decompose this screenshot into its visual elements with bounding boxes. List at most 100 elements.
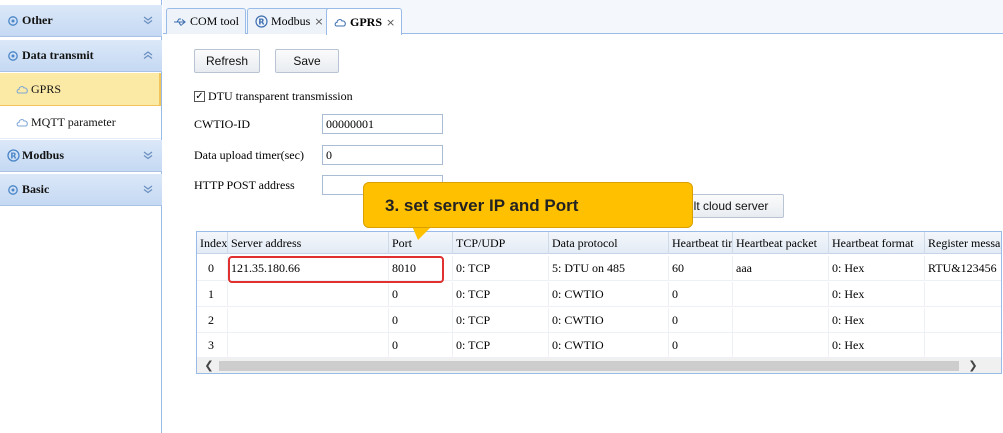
cell-register-message[interactable] bbox=[925, 333, 1001, 358]
chevron-down-icon[interactable] bbox=[142, 14, 154, 26]
sidebar-item-label: MQTT parameter bbox=[31, 114, 116, 129]
cell-heartbeat-time[interactable]: 60 bbox=[669, 256, 733, 281]
cell-register-message[interactable]: RTU&123456 bbox=[925, 256, 1001, 281]
tab-bar: COM tool R Modbus × GPRS × bbox=[163, 0, 1003, 35]
cell-heartbeat-packet[interactable] bbox=[733, 308, 829, 333]
gear-icon bbox=[6, 183, 20, 197]
cell-heartbeat-format[interactable]: 0: Hex bbox=[829, 256, 925, 281]
chevron-down-icon[interactable] bbox=[142, 149, 154, 161]
cell-index: 0 bbox=[197, 256, 228, 281]
cell-port[interactable]: 0 bbox=[389, 308, 453, 333]
upload-timer-label: Data upload timer(sec) bbox=[194, 148, 304, 162]
cell-heartbeat-time[interactable]: 0 bbox=[669, 333, 733, 358]
registered-icon: R bbox=[6, 149, 20, 163]
server-grid: Index Server address Port TCP/UDP Data p… bbox=[196, 231, 1002, 374]
cell-data-protocol[interactable]: 0: CWTIO bbox=[549, 333, 669, 358]
tab-modbus[interactable]: R Modbus × bbox=[247, 8, 331, 34]
cell-heartbeat-time[interactable]: 0 bbox=[669, 282, 733, 307]
usb-icon bbox=[173, 15, 187, 29]
gear-icon bbox=[6, 49, 20, 63]
tab-gprs[interactable]: GPRS × bbox=[326, 8, 403, 35]
close-icon[interactable]: × bbox=[386, 16, 395, 29]
sidebar: Other Data transmit GPRS MQTT parameter … bbox=[0, 0, 162, 433]
column-header-index[interactable]: Index bbox=[197, 232, 228, 254]
sidebar-section-other[interactable]: Other bbox=[0, 5, 162, 37]
cwtio-id-label: CWTIO-ID bbox=[194, 117, 250, 131]
cell-server-address[interactable] bbox=[228, 333, 389, 358]
registered-icon: R bbox=[254, 15, 268, 29]
sidebar-section-basic[interactable]: Basic bbox=[0, 174, 162, 206]
cell-index: 1 bbox=[197, 282, 228, 307]
save-button[interactable]: Save bbox=[275, 49, 339, 73]
cell-tcp-udp[interactable]: 0: TCP bbox=[453, 256, 549, 281]
svg-text:R: R bbox=[10, 152, 16, 161]
tab-com-tool[interactable]: COM tool bbox=[166, 8, 247, 34]
instruction-callout: 3. set server IP and Port bbox=[363, 182, 693, 228]
cell-data-protocol[interactable]: 5: DTU on 485 bbox=[549, 256, 669, 281]
refresh-button[interactable]: Refresh bbox=[194, 49, 260, 73]
cell-tcp-udp[interactable]: 0: TCP bbox=[453, 308, 549, 333]
gear-icon bbox=[6, 14, 20, 28]
cloud-icon bbox=[333, 15, 347, 29]
sidebar-section-data-transmit[interactable]: Data transmit bbox=[0, 40, 162, 72]
cell-tcp-udp[interactable]: 0: TCP bbox=[453, 282, 549, 307]
sidebar-section-label: Basic bbox=[22, 182, 50, 196]
cell-data-protocol[interactable]: 0: CWTIO bbox=[549, 282, 669, 307]
sidebar-item-mqtt-parameter[interactable]: MQTT parameter bbox=[0, 106, 161, 139]
cell-heartbeat-packet[interactable] bbox=[733, 282, 829, 307]
transparent-transmission-label: DTU transparent transmission bbox=[208, 89, 353, 103]
cell-port[interactable]: 0 bbox=[389, 282, 453, 307]
tab-label: GPRS bbox=[350, 14, 383, 29]
grid-header: Index Server address Port TCP/UDP Data p… bbox=[197, 232, 1001, 254]
cell-heartbeat-time[interactable]: 0 bbox=[669, 308, 733, 333]
table-row[interactable]: 3 0 0: TCP 0: CWTIO 0 0: Hex bbox=[197, 333, 1001, 358]
cloud-icon bbox=[16, 116, 29, 129]
sidebar-item-label: GPRS bbox=[31, 81, 62, 96]
scroll-left-icon[interactable]: ❮ bbox=[201, 358, 217, 373]
column-header-heartbeat-format[interactable]: Heartbeat format bbox=[829, 232, 925, 254]
cell-register-message[interactable] bbox=[925, 282, 1001, 307]
cell-data-protocol[interactable]: 0: CWTIO bbox=[549, 308, 669, 333]
cell-heartbeat-format[interactable]: 0: Hex bbox=[829, 282, 925, 307]
cell-index: 3 bbox=[197, 333, 228, 358]
scroll-thumb[interactable] bbox=[219, 361, 959, 371]
cell-server-address[interactable] bbox=[228, 308, 389, 333]
sidebar-item-gprs[interactable]: GPRS bbox=[0, 73, 161, 106]
horizontal-scrollbar[interactable]: ❮ ❯ bbox=[197, 358, 1001, 373]
cell-heartbeat-packet[interactable] bbox=[733, 333, 829, 358]
sidebar-section-label: Modbus bbox=[22, 148, 65, 162]
tab-label: Modbus bbox=[271, 14, 311, 28]
cell-tcp-udp[interactable]: 0: TCP bbox=[453, 333, 549, 358]
column-header-tcp-udp[interactable]: TCP/UDP bbox=[453, 232, 549, 254]
transparent-transmission-row: ✓ DTU transparent transmission bbox=[194, 89, 353, 104]
http-post-label: HTTP POST address bbox=[194, 178, 295, 192]
sidebar-section-label: Other bbox=[22, 13, 53, 27]
column-header-data-protocol[interactable]: Data protocol bbox=[549, 232, 669, 254]
cell-heartbeat-packet[interactable]: aaa bbox=[733, 256, 829, 281]
tab-label: COM tool bbox=[190, 14, 240, 28]
column-header-heartbeat-time[interactable]: Heartbeat time bbox=[669, 232, 733, 254]
cell-register-message[interactable] bbox=[925, 308, 1001, 333]
chevron-down-icon[interactable] bbox=[142, 183, 154, 195]
svg-text:R: R bbox=[258, 18, 264, 27]
scroll-right-icon[interactable]: ❯ bbox=[965, 358, 981, 373]
column-header-heartbeat-packet[interactable]: Heartbeat packet bbox=[733, 232, 829, 254]
cloud-icon bbox=[16, 83, 29, 96]
close-icon[interactable]: × bbox=[314, 15, 323, 28]
cell-heartbeat-format[interactable]: 0: Hex bbox=[829, 333, 925, 358]
sidebar-section-label: Data transmit bbox=[22, 48, 94, 62]
chevron-up-icon[interactable] bbox=[142, 49, 154, 61]
table-row[interactable]: 1 0 0: TCP 0: CWTIO 0 0: Hex bbox=[197, 282, 1001, 307]
transparent-transmission-checkbox[interactable]: ✓ bbox=[194, 91, 205, 102]
column-header-server-address[interactable]: Server address bbox=[228, 232, 389, 254]
column-header-register-message[interactable]: Register message bbox=[925, 232, 1001, 254]
cell-server-address[interactable] bbox=[228, 282, 389, 307]
server-ip-port-highlight bbox=[228, 256, 444, 283]
sidebar-section-modbus[interactable]: R Modbus bbox=[0, 140, 162, 172]
cell-heartbeat-format[interactable]: 0: Hex bbox=[829, 308, 925, 333]
cell-index: 2 bbox=[197, 308, 228, 333]
table-row[interactable]: 2 0 0: TCP 0: CWTIO 0 0: Hex bbox=[197, 308, 1001, 333]
cwtio-id-field[interactable]: 00000001 bbox=[322, 114, 443, 134]
upload-timer-field[interactable]: 0 bbox=[322, 145, 443, 165]
cell-port[interactable]: 0 bbox=[389, 333, 453, 358]
